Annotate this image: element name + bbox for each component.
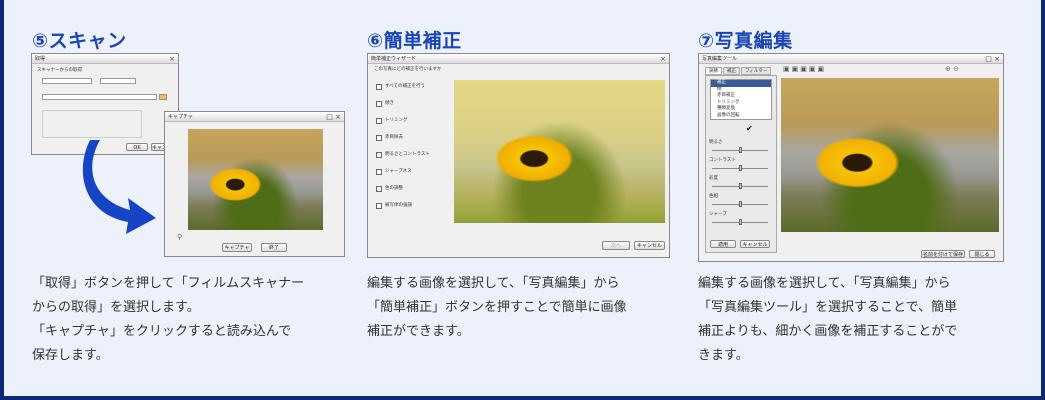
photo-edit-tool-window: 写真編集ツール □ × 調節 補正 フィルター 補正傾赤目補正 トリミング 種類変換 画像の… xyxy=(698,53,1004,262)
option-checkbox[interactable] xyxy=(376,118,382,124)
section-title-easy-fix: ⑥簡単補正 xyxy=(367,30,462,52)
option-label: トリミング xyxy=(385,118,408,123)
edit-preview-image xyxy=(781,78,999,232)
save-as-button[interactable]: 名前を付けて保存 xyxy=(921,250,965,258)
acquire-dialog-title: 取得 xyxy=(35,56,46,62)
option-checkbox[interactable] xyxy=(376,135,382,141)
edit-side-panel: 補正傾赤目補正 トリミング 種類変換 画像の回転 ✔ 明るさコントラスト 彩度色相シャー… xyxy=(705,75,777,253)
option-checkbox[interactable] xyxy=(376,169,382,175)
wizard-title: 簡単補正ウィザード xyxy=(371,56,417,62)
option-label: 明るさとコントラスト xyxy=(385,152,430,157)
check-icon: ✔ xyxy=(746,124,753,133)
window-controls-icon[interactable]: □ × xyxy=(985,54,1000,64)
capture-window: キャプチャ □ × ⚲ キャプチャ 終了 xyxy=(164,111,345,257)
content-panel: ⑤スキャン 取得× スキャナーからの取得 OK キャンセル キャプチャ□ × ⚲… xyxy=(4,0,1041,396)
section-desc-easy-fix: 編集する画像を選択して、「写真編集」から 「簡単補正」ボタンを押すことで簡単に画… xyxy=(367,276,627,339)
edit-tool-title: 写真編集ツール xyxy=(702,56,738,62)
easy-fix-wizard-window: 簡単補正ウィザード × この写真にどの補正を行いますか すべての補正を行う 傾きトリ… xyxy=(367,53,670,258)
acquire-section-label: スキャナーからの取得 xyxy=(37,68,82,73)
slider-label: コントラスト xyxy=(709,158,736,163)
type-select[interactable] xyxy=(100,78,136,84)
window-controls-icon[interactable]: □ × xyxy=(326,112,341,122)
option-label: 赤目除去 xyxy=(385,135,403,140)
adjust-slider[interactable] xyxy=(712,165,768,171)
zoom-icon[interactable]: ⚲ xyxy=(177,234,182,241)
slider-handle[interactable] xyxy=(739,183,742,189)
folder-icon[interactable] xyxy=(159,94,167,100)
source-select[interactable] xyxy=(42,78,92,84)
option-checkbox[interactable] xyxy=(376,101,382,107)
section-title-scan: ⑤スキャン xyxy=(32,30,127,52)
adjust-slider[interactable] xyxy=(712,147,768,153)
wizard-titlebar: 簡単補正ウィザード × xyxy=(368,54,669,64)
save-path-input[interactable] xyxy=(42,94,157,100)
option-label: すべての補正を行う xyxy=(385,84,426,89)
adjust-slider[interactable] xyxy=(712,219,768,225)
slider-label: シャープ xyxy=(709,212,727,217)
option-checkbox[interactable] xyxy=(376,152,382,158)
section-desc-photo-edit: 編集する画像を選択して、「写真編集」から 「写真編集ツール」を選択することで、簡… xyxy=(698,276,958,363)
wizard-preview-image xyxy=(454,80,665,223)
edit-tab[interactable]: 補正 xyxy=(723,67,740,75)
apply-button[interactable]: 適用 xyxy=(710,240,736,248)
slider-handle[interactable] xyxy=(739,219,742,225)
close-icon[interactable]: × xyxy=(169,54,175,64)
slider-label: 明るさ xyxy=(709,140,723,145)
scan-settings-group xyxy=(42,110,142,138)
option-label: シャープネス xyxy=(385,169,412,174)
section-title-photo-edit: ⑦写真編集 xyxy=(698,30,793,52)
edit-tab[interactable]: フィルター xyxy=(741,67,772,75)
adjust-slider[interactable] xyxy=(712,201,768,207)
tool-list-item[interactable]: 画像の回転 xyxy=(711,113,771,120)
tool-list: 補正傾赤目補正 トリミング 種類変換 画像の回転 xyxy=(710,79,772,120)
section-desc-scan: 「取得」ボタンを押して「フィルムスキャナー からの取得」を選択します。 「キャプ… xyxy=(32,276,305,363)
acquire-dialog-titlebar: 取得 × xyxy=(32,54,178,64)
edit-tool-titlebar: 写真編集ツール □ × xyxy=(699,54,1003,64)
end-button[interactable]: 終了 xyxy=(261,243,287,252)
slider-handle[interactable] xyxy=(739,147,742,153)
slider-label: 色相 xyxy=(709,194,718,199)
option-label: 被写体の強調 xyxy=(385,203,412,208)
capture-window-title: キャプチャ xyxy=(168,114,193,120)
edit-tab[interactable]: 調節 xyxy=(705,67,722,75)
option-label: 傾き xyxy=(385,101,394,106)
close-icon[interactable]: × xyxy=(660,54,666,64)
capture-button[interactable]: キャプチャ xyxy=(222,243,252,252)
wizard-cancel-button[interactable]: キャンセル xyxy=(634,241,665,250)
slider-handle[interactable] xyxy=(739,165,742,171)
capture-preview-image xyxy=(188,129,323,230)
curved-arrow-icon xyxy=(82,140,156,234)
option-label: 色の調整 xyxy=(385,186,403,191)
option-checkbox[interactable] xyxy=(376,186,382,192)
adjust-slider[interactable] xyxy=(712,183,768,189)
zoom-controls-icon[interactable]: ⊕ ⊖ xyxy=(945,65,959,73)
slider-label: 彩度 xyxy=(709,176,718,181)
slider-handle[interactable] xyxy=(739,201,742,207)
next-button[interactable]: 次へ xyxy=(602,241,630,250)
edit-cancel-button[interactable]: キャンセル xyxy=(740,240,770,248)
option-checkbox[interactable] xyxy=(376,203,382,209)
close-button[interactable]: 閉じる xyxy=(969,250,995,258)
option-checkbox[interactable] xyxy=(376,84,382,90)
wizard-question: この写真にどの補正を行いますか xyxy=(374,67,442,72)
toolbar-icons[interactable]: ▣▣▣▣▣ xyxy=(783,65,843,74)
capture-window-titlebar: キャプチャ □ × xyxy=(165,112,344,122)
